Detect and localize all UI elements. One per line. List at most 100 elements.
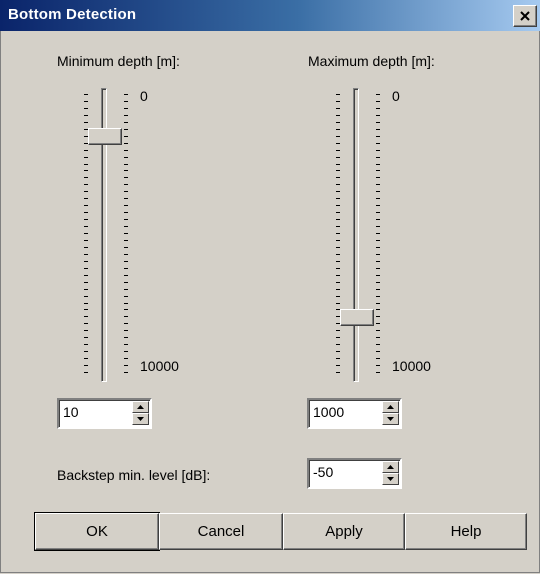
slider-tick-left: [336, 94, 340, 95]
spin-up-icon: [387, 465, 394, 469]
max-depth-up-button[interactable]: [382, 401, 399, 413]
slider-tick-left: [336, 184, 340, 185]
slider-tick-right: [124, 129, 128, 130]
slider-tick-right: [376, 164, 380, 165]
apply-button[interactable]: Apply: [283, 513, 405, 550]
slider-tick-left: [336, 303, 340, 304]
dialog-body: [0, 31, 540, 573]
slider-tick-left: [336, 261, 340, 262]
slider-tick-left: [84, 191, 88, 192]
slider-tick-right: [124, 275, 128, 276]
backstep-up-button[interactable]: [382, 461, 399, 473]
slider-tick-right: [124, 337, 128, 338]
slider-tick-right: [376, 289, 380, 290]
slider-tick-right: [376, 136, 380, 137]
help-button[interactable]: Help: [405, 513, 527, 550]
min-depth-value[interactable]: 10: [63, 404, 79, 420]
slider-tick-left: [84, 136, 88, 137]
slider-tick-right: [124, 219, 128, 220]
backstep-label: Backstep min. level [dB]:: [57, 467, 211, 483]
slider-tick-left: [336, 309, 340, 310]
slider-tick-right: [376, 170, 380, 171]
slider-tick-right: [124, 268, 128, 269]
slider-tick-left: [84, 240, 88, 241]
slider-tick-left: [336, 372, 340, 373]
slider-tick-left: [84, 226, 88, 227]
slider-tick-left: [336, 316, 340, 317]
slider-tick-left: [84, 157, 88, 158]
min-depth-up-button[interactable]: [132, 401, 149, 413]
slider-tick-left: [336, 351, 340, 352]
slider-tick-left: [336, 247, 340, 248]
slider-tick-left: [336, 205, 340, 206]
slider-tick-left: [84, 115, 88, 116]
slider-tick-left: [336, 177, 340, 178]
close-button[interactable]: [513, 5, 537, 27]
title-bar: Bottom Detection: [0, 0, 540, 31]
slider-tick-right: [376, 344, 380, 345]
slider-tick-left: [336, 296, 340, 297]
slider-tick-left: [84, 170, 88, 171]
slider-tick-left: [336, 289, 340, 290]
min-depth-scale-bottom: 10000: [140, 358, 179, 374]
max-depth-value[interactable]: 1000: [313, 404, 344, 420]
slider-tick-right: [124, 309, 128, 310]
slider-tick-left: [84, 365, 88, 366]
slider-tick-right: [124, 177, 128, 178]
slider-tick-left: [336, 358, 340, 359]
slider-tick-right: [124, 122, 128, 123]
slider-tick-left: [336, 150, 340, 151]
slider-tick-left: [84, 303, 88, 304]
backstep-down-button[interactable]: [382, 473, 399, 485]
spin-down-icon: [387, 417, 394, 421]
min-depth-thumb[interactable]: [88, 128, 122, 145]
slider-tick-right: [124, 323, 128, 324]
slider-tick-right: [376, 261, 380, 262]
slider-tick-left: [84, 129, 88, 130]
slider-tick-right: [376, 143, 380, 144]
slider-tick-right: [376, 157, 380, 158]
spin-down-icon: [137, 417, 144, 421]
slider-tick-left: [84, 247, 88, 248]
slider-tick-left: [84, 282, 88, 283]
max-depth-label: Maximum depth [m]:: [308, 53, 435, 69]
slider-tick-right: [124, 247, 128, 248]
max-depth-down-button[interactable]: [382, 413, 399, 425]
slider-tick-left: [336, 323, 340, 324]
slider-tick-right: [376, 129, 380, 130]
slider-tick-right: [124, 136, 128, 137]
window-title: Bottom Detection: [8, 6, 137, 23]
slider-tick-right: [376, 337, 380, 338]
slider-tick-left: [84, 337, 88, 338]
slider-tick-left: [336, 122, 340, 123]
slider-tick-right: [124, 240, 128, 241]
slider-tick-left: [84, 177, 88, 178]
ok-button[interactable]: OK: [34, 512, 160, 551]
backstep-value[interactable]: -50: [313, 464, 333, 480]
max-depth-spinbox[interactable]: 1000: [307, 398, 402, 429]
min-depth-down-button[interactable]: [132, 413, 149, 425]
slider-tick-right: [124, 303, 128, 304]
slider-tick-left: [336, 170, 340, 171]
slider-tick-right: [376, 358, 380, 359]
slider-tick-right: [124, 150, 128, 151]
cancel-button[interactable]: Cancel: [159, 513, 283, 550]
slider-tick-left: [336, 136, 340, 137]
slider-tick-right: [124, 226, 128, 227]
min-depth-spinbox[interactable]: 10: [57, 398, 152, 429]
slider-tick-right: [376, 191, 380, 192]
max-depth-thumb[interactable]: [340, 309, 374, 326]
slider-tick-right: [376, 240, 380, 241]
slider-tick-right: [376, 330, 380, 331]
backstep-spinbox[interactable]: -50: [307, 458, 402, 489]
slider-tick-right: [376, 198, 380, 199]
slider-tick-left: [84, 233, 88, 234]
slider-tick-right: [124, 164, 128, 165]
slider-tick-right: [376, 233, 380, 234]
slider-tick-left: [336, 219, 340, 220]
slider-tick-left: [84, 296, 88, 297]
spin-down-icon: [387, 477, 394, 481]
slider-tick-right: [376, 212, 380, 213]
slider-tick-left: [84, 323, 88, 324]
slider-tick-left: [84, 94, 88, 95]
